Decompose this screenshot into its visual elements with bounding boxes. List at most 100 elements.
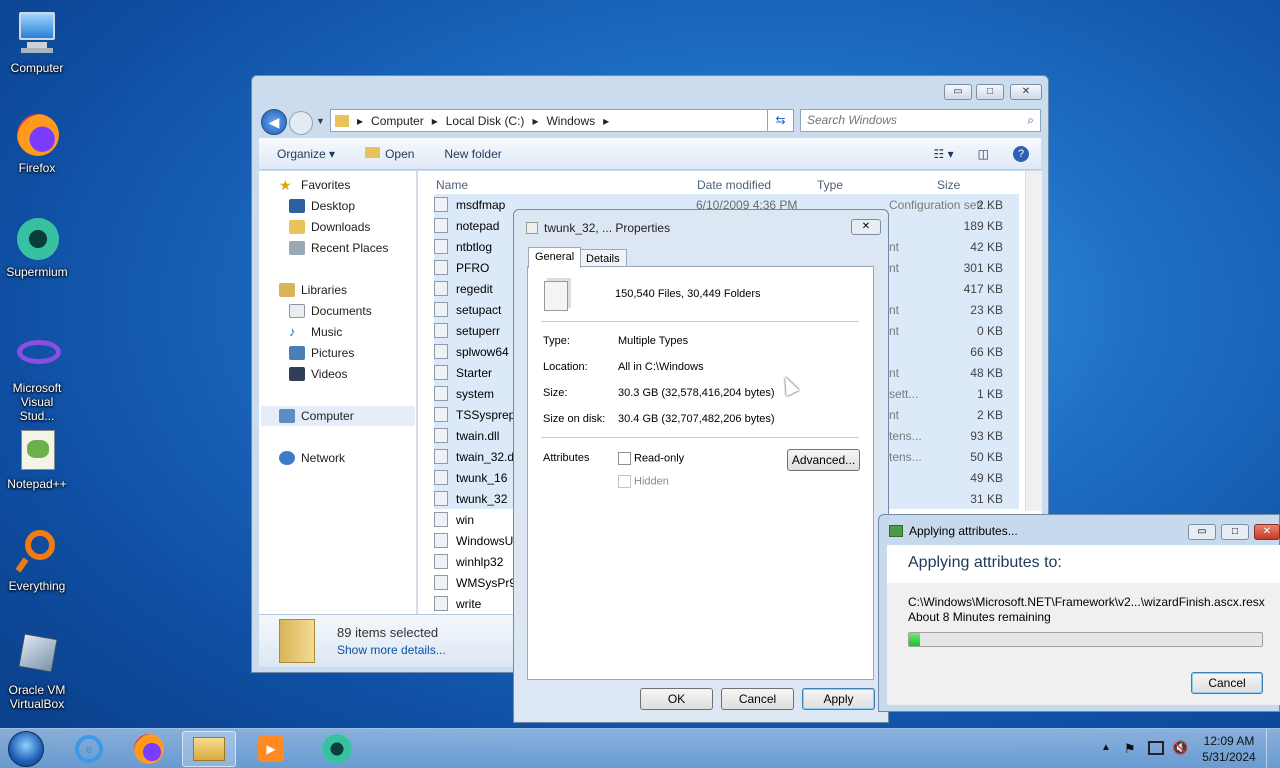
- clock-date: 5/31/2024: [1202, 750, 1256, 764]
- breadcrumb-windows[interactable]: Windows: [546, 114, 595, 128]
- file-size: 1 KB: [976, 386, 1003, 401]
- desktop-icon-firefox[interactable]: Firefox: [2, 110, 72, 175]
- desktop-icon-supermium[interactable]: Supermium: [2, 214, 72, 279]
- ok-button[interactable]: OK: [640, 688, 713, 710]
- desktop-icon-computer[interactable]: Computer: [2, 10, 72, 75]
- nav-network[interactable]: Network: [279, 448, 345, 468]
- breadcrumb-computer[interactable]: Computer: [371, 114, 424, 128]
- folder-stack-icon: [279, 619, 315, 663]
- file-name: PFRO: [456, 260, 490, 275]
- nav-videos[interactable]: Videos: [289, 364, 347, 384]
- desktop-icon-everything[interactable]: Everything: [2, 528, 72, 593]
- column-header-type[interactable]: Type: [817, 178, 843, 192]
- show-more-details-link[interactable]: Show more details...: [337, 643, 446, 657]
- view-options-icon[interactable]: ☷ ▾: [934, 147, 954, 161]
- maximize-button[interactable]: □: [976, 84, 1004, 100]
- nav-music[interactable]: ♪ Music: [289, 322, 342, 342]
- apply-cancel-button[interactable]: Cancel: [1191, 672, 1263, 694]
- desktop-icon-notepadpp[interactable]: Notepad++: [2, 426, 72, 491]
- location-value: All in C:\Windows: [618, 361, 704, 373]
- recent-pages-chevron-icon[interactable]: ▼: [316, 116, 325, 126]
- file-name: msdfmap: [456, 197, 506, 212]
- progress-bar: [908, 632, 1263, 647]
- network-tray-icon[interactable]: [1148, 741, 1164, 755]
- back-button[interactable]: ◀: [261, 109, 287, 135]
- organize-button[interactable]: Organize ▾: [277, 147, 335, 161]
- file-list-scrollbar[interactable]: [1025, 171, 1042, 511]
- file-type: nt: [889, 323, 900, 338]
- file-type: nt: [889, 302, 900, 317]
- search-input[interactable]: [807, 110, 1017, 130]
- file-icon: [434, 449, 448, 464]
- volume-muted-icon[interactable]: 🔇: [1172, 740, 1188, 756]
- nav-libraries[interactable]: Libraries: [279, 280, 347, 300]
- properties-title-icon: [526, 222, 538, 234]
- forward-button[interactable]: [289, 111, 313, 135]
- file-name: twunk_16: [456, 470, 508, 485]
- file-icon: [434, 323, 448, 338]
- taskbar-media-player[interactable]: ▶: [244, 731, 298, 767]
- nav-documents[interactable]: Documents: [289, 301, 372, 321]
- column-header-size[interactable]: Size: [937, 178, 960, 192]
- show-desktop-button[interactable]: [1266, 729, 1280, 768]
- advanced-button[interactable]: Advanced...: [787, 449, 860, 471]
- file-size: 2 KB: [976, 197, 1003, 212]
- applying-title: Applying attributes...: [909, 524, 1018, 538]
- file-size: 301 KB: [963, 260, 1003, 275]
- file-icon: [434, 344, 448, 359]
- open-folder-icon: [365, 146, 381, 158]
- file-icon: [434, 491, 448, 506]
- nav-pictures[interactable]: Pictures: [289, 343, 354, 363]
- action-center-flag-icon[interactable]: ⚑: [1124, 741, 1136, 757]
- clock[interactable]: 12:09 AM 5/31/2024: [1197, 734, 1261, 764]
- taskbar: e ▶ ▲ ⚑ 🔇 12:09 AM 5/31/2024: [0, 728, 1280, 768]
- file-name: win: [456, 512, 475, 527]
- file-icon: [434, 533, 448, 548]
- selection-count: 89 items selected: [337, 625, 439, 640]
- open-button[interactable]: Open: [365, 146, 414, 161]
- apply-title-icon: [889, 525, 903, 537]
- column-header-date[interactable]: Date modified: [697, 178, 771, 192]
- apply-maximize-button[interactable]: □: [1221, 524, 1249, 540]
- desktop-icon-virtualbox[interactable]: Oracle VM VirtualBox: [2, 632, 72, 711]
- refresh-button[interactable]: ⇆: [767, 109, 794, 132]
- column-header-name[interactable]: Name: [436, 178, 468, 192]
- readonly-checkbox[interactable]: Read-only: [618, 452, 684, 465]
- file-icon: [434, 428, 448, 443]
- file-type: tens...: [889, 449, 922, 464]
- properties-close-button[interactable]: ✕: [851, 219, 881, 235]
- cancel-button[interactable]: Cancel: [721, 688, 794, 710]
- close-button[interactable]: ✕: [1010, 84, 1042, 100]
- nav-recent-places[interactable]: Recent Places: [289, 238, 388, 258]
- nav-favorites[interactable]: ★ Favorites: [279, 175, 350, 195]
- apply-close-button[interactable]: ✕: [1254, 524, 1280, 540]
- show-hidden-icons-chevron-icon[interactable]: ▲: [1101, 742, 1111, 753]
- file-icon: [434, 470, 448, 485]
- nav-downloads[interactable]: Downloads: [289, 217, 370, 237]
- help-icon[interactable]: ?: [1013, 145, 1029, 162]
- nav-desktop[interactable]: Desktop: [289, 196, 355, 216]
- tab-general[interactable]: General: [528, 247, 582, 268]
- file-name: write: [456, 596, 482, 611]
- search-box[interactable]: ⌕: [800, 109, 1041, 132]
- file-name: splwow64: [456, 344, 509, 359]
- minimize-button[interactable]: ▭: [944, 84, 972, 100]
- start-button[interactable]: [8, 731, 44, 767]
- address-bar[interactable]: ▸ Computer ▸ Local Disk (C:) ▸ Windows ▸…: [330, 109, 793, 132]
- file-name: regedit: [456, 281, 493, 296]
- apply-minimize-button[interactable]: ▭: [1188, 524, 1216, 540]
- taskbar-explorer[interactable]: [182, 731, 236, 767]
- file-icon: [434, 386, 448, 401]
- tab-details[interactable]: Details: [579, 249, 627, 267]
- desktop-icon-visual-studio[interactable]: Microsoft Visual Stud...: [2, 330, 72, 423]
- apply-button[interactable]: Apply: [802, 688, 875, 710]
- file-name: setuperr: [456, 323, 501, 338]
- file-name: winhlp32: [456, 554, 504, 569]
- breadcrumb-local-disk[interactable]: Local Disk (C:): [446, 114, 525, 128]
- taskbar-firefox[interactable]: [122, 731, 176, 767]
- preview-pane-icon[interactable]: ◫: [978, 147, 989, 161]
- taskbar-ie[interactable]: e: [62, 731, 116, 767]
- nav-computer[interactable]: Computer: [261, 406, 415, 426]
- taskbar-supermium[interactable]: [310, 731, 364, 767]
- new-folder-button[interactable]: New folder: [444, 147, 501, 161]
